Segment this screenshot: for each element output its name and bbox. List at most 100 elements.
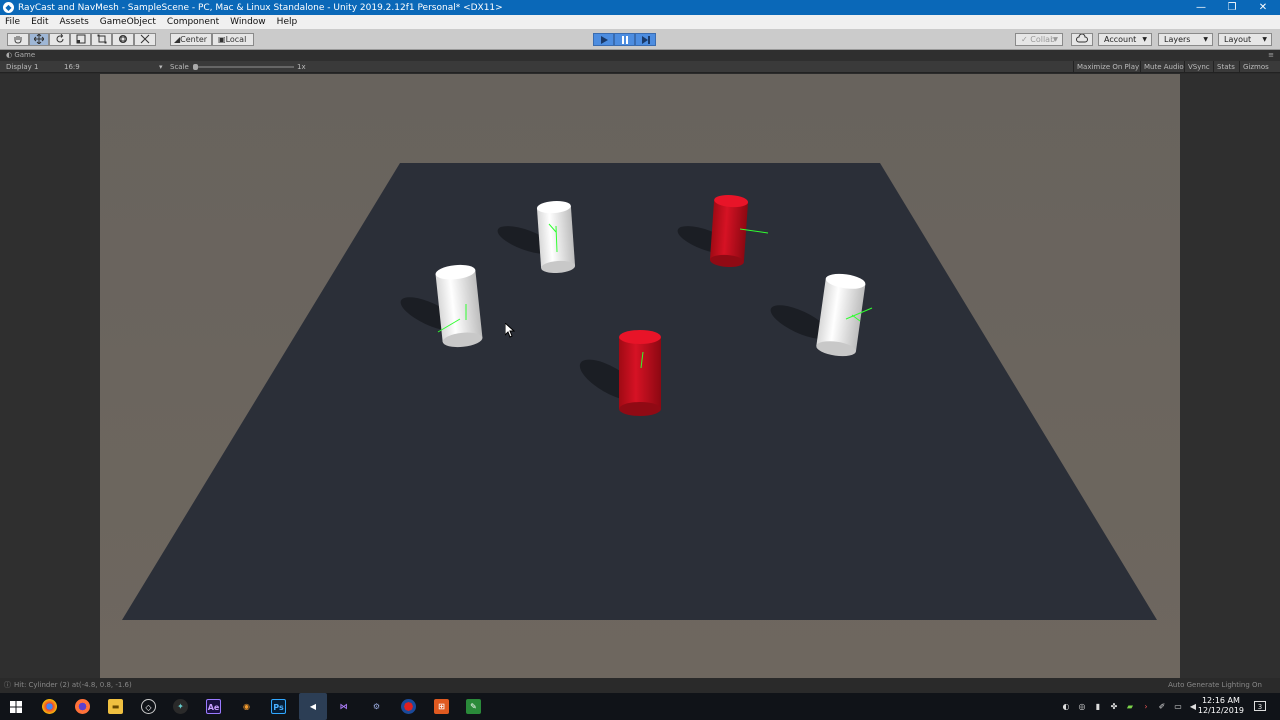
- chevron-down-icon: ▼: [1203, 36, 1208, 43]
- scale-tool-button[interactable]: [70, 33, 91, 46]
- cylinder-white[interactable]: [435, 263, 483, 349]
- layout-dropdown[interactable]: Layout ▼: [1218, 33, 1272, 46]
- chevron-down-icon: ▼: [1142, 36, 1147, 43]
- menu-window[interactable]: Window: [225, 17, 272, 27]
- notification-count: 3: [1257, 703, 1263, 711]
- transform-tool-button[interactable]: [112, 33, 134, 46]
- tab-menu-icon[interactable]: ≡: [1268, 50, 1274, 61]
- menu-file[interactable]: File: [0, 17, 26, 27]
- office-icon[interactable]: ⊞: [434, 699, 449, 714]
- clock-date: 12/12/2019: [1197, 706, 1244, 715]
- davinci-icon[interactable]: ✦: [173, 699, 188, 714]
- firefox-icon[interactable]: [75, 699, 90, 714]
- status-bar: ⓘ Hit: Cylinder (2) at(-4.8, 0.8, -1.6) …: [0, 678, 1280, 693]
- blender-icon[interactable]: ◉: [239, 699, 254, 714]
- gizmos-dropdown[interactable]: Gizmos: [1239, 61, 1272, 73]
- game-tab[interactable]: ◐ Game ≡: [0, 50, 1280, 61]
- cylinder-red[interactable]: [709, 194, 749, 268]
- hand-tool-button[interactable]: [7, 33, 29, 46]
- pause-button[interactable]: [614, 33, 635, 46]
- media-player-icon[interactable]: [401, 699, 416, 714]
- menu-help[interactable]: Help: [272, 17, 304, 27]
- hand-icon: [14, 36, 22, 44]
- rotate-tool-button[interactable]: [49, 33, 70, 46]
- rect-tool-button[interactable]: [91, 33, 112, 46]
- play-icon: [600, 36, 608, 44]
- clock-time: 12:16 AM: [1201, 696, 1240, 705]
- chevron-down-icon: ▼: [1053, 36, 1058, 43]
- console-status-message[interactable]: Hit: Cylinder (2) at(-4.8, 0.8, -1.6): [14, 678, 132, 693]
- chrome-icon[interactable]: [42, 699, 57, 714]
- collab-dropdown[interactable]: ✓ Collab ▼: [1015, 33, 1063, 46]
- menu-component[interactable]: Component: [162, 17, 225, 27]
- info-icon: ⓘ: [4, 681, 11, 689]
- windows-taskbar: ▬ ◇ ✦ Ae ◉ Ps ◀ ⋈ ⚙ ⊞ ✎ ◐ ◎ ▮ ✤ ▰ › ✐ ▭ …: [0, 693, 1280, 720]
- mute-audio-toggle[interactable]: Mute Audio: [1140, 61, 1187, 73]
- scale-slider-handle[interactable]: [193, 64, 198, 70]
- step-icon: [641, 36, 650, 44]
- pivot-center-toggle[interactable]: ◢Center: [170, 33, 212, 46]
- game-view-toolbar: Display 1 16:9 ▾ Scale 1x Maximize On Pl…: [0, 61, 1280, 73]
- menu-edit[interactable]: Edit: [26, 17, 54, 27]
- visual-studio-icon[interactable]: ⋈: [336, 699, 351, 714]
- step-button[interactable]: [635, 33, 656, 46]
- tray-volume-icon[interactable]: ◀: [1188, 702, 1198, 712]
- account-dropdown[interactable]: Account ▼: [1098, 33, 1152, 46]
- mouse-cursor-icon: [505, 323, 515, 338]
- file-explorer-icon[interactable]: ▬: [108, 699, 123, 714]
- layers-dropdown[interactable]: Layers ▼: [1158, 33, 1213, 46]
- cylinder-red[interactable]: [619, 330, 661, 416]
- custom-tool-button[interactable]: [134, 33, 156, 46]
- pivot-label: Center: [180, 35, 208, 44]
- cloud-button[interactable]: [1071, 33, 1093, 46]
- move-tool-button[interactable]: [29, 33, 49, 46]
- play-button[interactable]: [593, 33, 614, 46]
- minimize-button[interactable]: —: [1185, 0, 1217, 15]
- tray-app-icon[interactable]: ◐: [1061, 702, 1071, 712]
- layers-label: Layers: [1164, 35, 1191, 44]
- after-effects-icon[interactable]: Ae: [206, 699, 221, 714]
- photoshop-icon[interactable]: Ps: [271, 699, 286, 714]
- notification-center-icon[interactable]: 3: [1254, 701, 1266, 711]
- tray-display-icon[interactable]: ▭: [1173, 702, 1183, 712]
- maximize-on-play-toggle[interactable]: Maximize On Play: [1073, 61, 1142, 73]
- pause-icon: [621, 36, 628, 44]
- collab-label: Collab: [1030, 35, 1056, 44]
- tray-mic-icon[interactable]: ▮: [1093, 702, 1103, 712]
- game-view[interactable]: [100, 74, 1180, 678]
- aspect-chevron-icon: ▾: [159, 63, 163, 71]
- windows-start-icon[interactable]: [10, 701, 22, 713]
- aspect-dropdown[interactable]: 16:9: [64, 61, 80, 73]
- game-tab-icon: ◐: [6, 51, 13, 59]
- title-bar: ◆ RayCast and NavMesh - SampleScene - PC…: [0, 0, 1280, 15]
- account-label: Account: [1104, 35, 1137, 44]
- display-dropdown[interactable]: Display 1: [6, 61, 38, 73]
- maximize-button[interactable]: ❐: [1216, 0, 1248, 15]
- stats-toggle[interactable]: Stats: [1213, 61, 1238, 73]
- tray-pen-icon[interactable]: ✐: [1157, 702, 1167, 712]
- space-label: Local: [225, 35, 247, 44]
- space-local-toggle[interactable]: ▣Local: [212, 33, 254, 46]
- tray-steam-icon[interactable]: ◎: [1077, 702, 1087, 712]
- tray-nvidia-icon[interactable]: ▰: [1125, 702, 1135, 712]
- cloud-icon: [1076, 33, 1088, 43]
- unity-editor-icon[interactable]: ◀: [299, 693, 327, 720]
- window-title: RayCast and NavMesh - SampleScene - PC, …: [18, 2, 503, 13]
- close-button[interactable]: ✕: [1247, 0, 1279, 15]
- menu-assets[interactable]: Assets: [55, 17, 95, 27]
- scale-slider-track[interactable]: [194, 66, 294, 68]
- tools-icon: [140, 34, 150, 44]
- tray-expand-icon[interactable]: ›: [1141, 702, 1151, 712]
- layout-label: Layout: [1224, 35, 1252, 44]
- menu-gameobject[interactable]: GameObject: [95, 17, 162, 27]
- scale-label: Scale: [170, 63, 189, 71]
- game-tab-label: Game: [14, 51, 36, 59]
- tray-network-icon[interactable]: ✤: [1109, 702, 1119, 712]
- network-tool-icon[interactable]: ⚙: [369, 699, 384, 714]
- notepad-icon[interactable]: ✎: [466, 699, 481, 714]
- vsync-toggle[interactable]: VSync: [1184, 61, 1213, 73]
- scene-render[interactable]: [100, 74, 1180, 678]
- rect-icon: [97, 34, 106, 44]
- unity-hub-icon[interactable]: ◇: [141, 699, 156, 714]
- taskbar-clock[interactable]: 12:16 AM 12/12/2019: [1198, 696, 1244, 716]
